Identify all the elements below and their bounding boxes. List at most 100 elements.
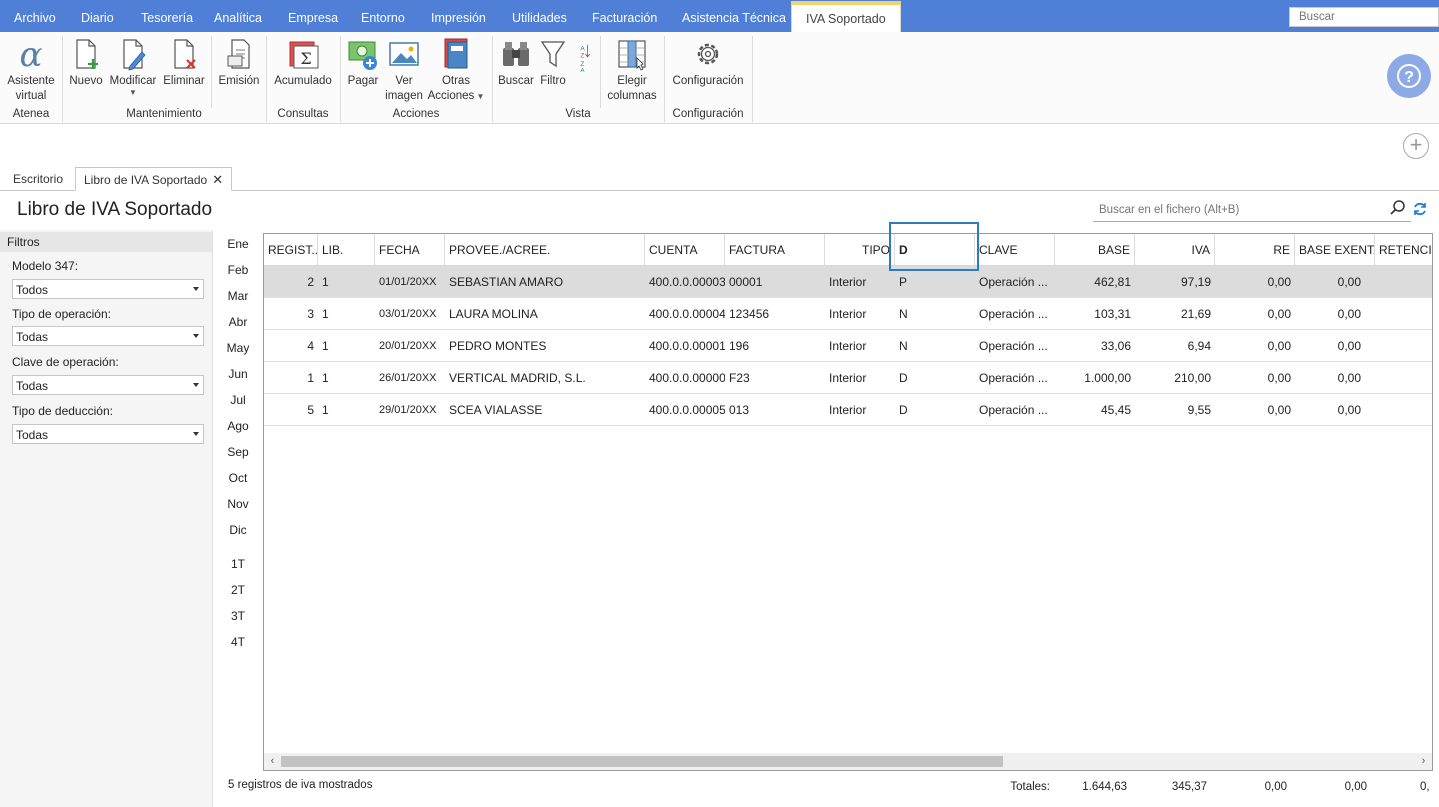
modify-dropdown-icon[interactable]: ▼ (106, 89, 160, 97)
assistant-button[interactable]: α Asistente virtual (4, 36, 58, 104)
tab-libro-iva-soportado[interactable]: Libro de IVA Soportado ✕ (75, 167, 233, 191)
month-feb[interactable]: Feb (218, 263, 258, 277)
search-icon[interactable] (1389, 199, 1407, 217)
menu-facturacion[interactable]: Facturación (592, 0, 657, 32)
col-lib[interactable]: LIB. (318, 234, 375, 266)
operation-key-value: Todas (16, 379, 49, 393)
quarter-4t[interactable]: 4T (218, 635, 258, 649)
choose-columns-button[interactable]: Elegir columnas (604, 36, 660, 104)
menu-utilidades[interactable]: Utilidades (512, 0, 567, 32)
configuration-button[interactable]: Configuración (668, 36, 748, 89)
emission-button[interactable]: Emisión (216, 36, 262, 89)
menu-entorno[interactable]: Entorno (361, 0, 405, 32)
table-row[interactable]: 3 1 03/01/20XX LAURA MOLINA 400.0.0.0000… (264, 298, 1432, 330)
accumulated-button[interactable]: Σ Acumulado (270, 36, 336, 89)
month-oct[interactable]: Oct (218, 471, 258, 485)
month-jun[interactable]: Jun (218, 367, 258, 381)
tab-escritorio[interactable]: Escritorio (5, 167, 71, 191)
menu-impresion[interactable]: Impresión (431, 0, 486, 32)
horizontal-scrollbar[interactable]: ‹ › (264, 753, 1432, 770)
deduction-type-label: Tipo de deducción: (12, 404, 113, 418)
scrollbar-thumb[interactable] (281, 756, 1003, 767)
cell-cuenta: 400.0.0.00000 (649, 371, 725, 385)
quarter-1t[interactable]: 1T (218, 557, 258, 571)
modify-button[interactable]: Modificar ▼ (106, 36, 160, 97)
model-347-select[interactable]: Todos (12, 279, 204, 299)
col-tipo[interactable]: TIPO (825, 234, 895, 266)
refresh-icon[interactable] (1412, 201, 1428, 217)
operation-type-select[interactable]: Todas (12, 326, 204, 346)
menu-empresa[interactable]: Empresa (288, 0, 338, 32)
quarter-3t[interactable]: 3T (218, 609, 258, 623)
month-may[interactable]: May (218, 341, 258, 355)
status-text: 5 registros de iva mostrados (228, 779, 373, 791)
pay-label: Pagar (347, 75, 379, 87)
cell-factura: 013 (729, 403, 750, 417)
cell-factura: 196 (729, 339, 750, 353)
col-re[interactable]: RE (1215, 234, 1295, 266)
group-configuration: Configuración (672, 108, 744, 120)
cell-base: 462,81 (1094, 275, 1131, 289)
other-actions-button[interactable]: Otras Acciones ▼ (425, 36, 487, 104)
group-atenea: Atenea (12, 108, 50, 120)
view-image-button[interactable]: Ver imagen (383, 36, 425, 104)
menu-analitica[interactable]: Analítica (214, 0, 262, 32)
col-iva[interactable]: IVA (1135, 234, 1215, 266)
operation-key-select[interactable]: Todas (12, 375, 204, 395)
other-actions-dropdown-icon[interactable]: ▼ (474, 92, 484, 101)
cell-clave: Operación ... (979, 371, 1048, 385)
global-search-input[interactable] (1289, 7, 1439, 27)
col-base-exenta[interactable]: BASE EXENTA (1295, 234, 1375, 266)
model-347-value: Todos (16, 283, 49, 297)
filter-button[interactable]: Filtro (536, 36, 570, 89)
table-row[interactable]: 4 1 20/01/20XX PEDRO MONTES 400.0.0.0000… (264, 330, 1432, 362)
cell-proveedor: SCEA VIALASSE (449, 403, 543, 417)
sort-button[interactable]: AZZA (572, 36, 596, 74)
col-retencion[interactable]: RETENCI (1375, 234, 1432, 266)
month-mar[interactable]: Mar (218, 289, 258, 303)
month-jul[interactable]: Jul (218, 393, 258, 407)
deduction-type-select[interactable]: Todas (12, 424, 204, 444)
month-ago[interactable]: Ago (218, 419, 258, 433)
cell-tipo: Interior (829, 275, 867, 289)
table-row[interactable]: 2 1 01/01/20XX SEBASTIAN AMARO 400.0.0.0… (264, 266, 1432, 298)
col-cuenta[interactable]: CUENTA (645, 234, 725, 266)
cell-fecha: 26/01/20XX (379, 372, 437, 384)
search-label: Buscar (498, 75, 534, 87)
delete-button[interactable]: Eliminar (160, 36, 208, 89)
col-regist[interactable]: REGIST... (264, 234, 318, 266)
cell-fecha: 29/01/20XX (379, 404, 437, 416)
month-abr[interactable]: Abr (218, 315, 258, 329)
add-tab-button[interactable]: + (1403, 133, 1429, 159)
table-row[interactable]: 5 1 29/01/20XX SCEA VIALASSE 400.0.0.000… (264, 394, 1432, 426)
new-button[interactable]: Nuevo (66, 36, 106, 89)
menu-tesoreria[interactable]: Tesorería (141, 0, 193, 32)
menu-asistencia-tecnica[interactable]: Asistencia Técnica (682, 0, 786, 32)
close-icon[interactable]: ✕ (212, 172, 223, 187)
search-button[interactable]: Buscar (496, 36, 536, 89)
menu-archivo[interactable]: Archivo (14, 0, 56, 32)
cell-cuenta: 400.0.0.00004 (649, 307, 725, 321)
col-fecha[interactable]: FECHA (375, 234, 445, 266)
book-icon (444, 38, 468, 69)
month-ene[interactable]: Ene (218, 237, 258, 251)
month-nov[interactable]: Nov (218, 497, 258, 511)
menu-iva-soportado[interactable]: IVA Soportado (791, 1, 901, 32)
pay-button[interactable]: Pagar (343, 36, 383, 89)
configuration-label: Configuración (672, 75, 744, 87)
table-row[interactable]: 1 1 26/01/20XX VERTICAL MADRID, S.L. 400… (264, 362, 1432, 394)
scroll-right-icon[interactable]: › (1415, 753, 1432, 770)
file-search-input[interactable] (1093, 198, 1411, 222)
month-dic[interactable]: Dic (218, 523, 258, 537)
quarter-2t[interactable]: 2T (218, 583, 258, 597)
col-clave[interactable]: CLAVE (975, 234, 1055, 266)
col-proveedor[interactable]: PROVEE./ACREE. (445, 234, 645, 266)
col-base[interactable]: BASE (1055, 234, 1135, 266)
menu-diario[interactable]: Diario (81, 0, 114, 32)
scroll-left-icon[interactable]: ‹ (264, 753, 281, 770)
month-sep[interactable]: Sep (218, 445, 258, 459)
cell-base-exenta: 0,00 (1337, 403, 1361, 417)
col-factura[interactable]: FACTURA (725, 234, 825, 266)
help-button[interactable]: ? (1387, 54, 1431, 98)
modify-label: Modificar (109, 75, 157, 87)
